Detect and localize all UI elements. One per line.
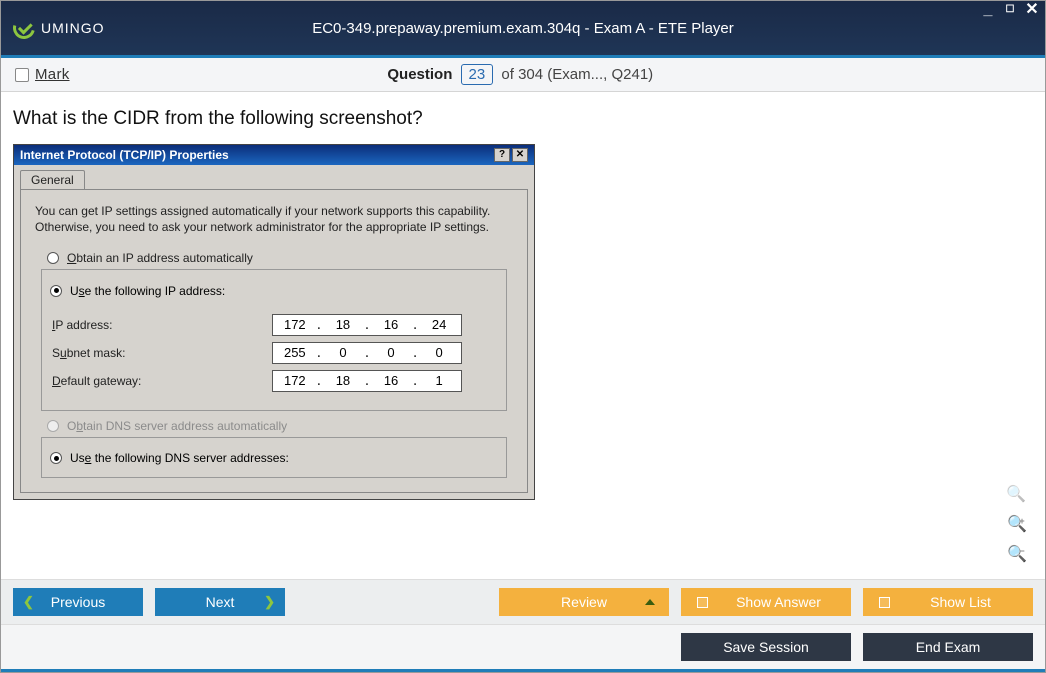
total-questions: 304 — [518, 66, 543, 83]
question-text: What is the CIDR from the following scre… — [13, 108, 1033, 130]
zoom-out-button[interactable]: 🔍− — [1005, 543, 1027, 565]
question-header: Mark Question 23 of 304 (Exam..., Q241) — [1, 58, 1045, 92]
logo-checkmark-icon — [9, 13, 39, 43]
radio-icon — [50, 452, 62, 464]
show-answer-button[interactable]: Show Answer — [681, 588, 851, 616]
review-button[interactable]: Review — [499, 588, 669, 616]
ip-fieldset: Use the following IP address: IP address… — [41, 269, 507, 411]
mark-label: ark — [48, 66, 70, 83]
zoom-controls: 🔍 🔍+ 🔍− — [1005, 483, 1027, 565]
primary-toolbar: ❮ Previous Next ❯ Review Show Answer Sho… — [1, 579, 1045, 624]
review-label: Review — [561, 594, 607, 610]
end-exam-button[interactable]: End Exam — [863, 633, 1033, 661]
tab-general[interactable]: General — [20, 170, 85, 189]
chevron-right-icon: ❯ — [264, 594, 275, 610]
radio-use-ip[interactable]: Use the following IP address: — [48, 284, 227, 298]
show-answer-label: Show Answer — [722, 594, 835, 610]
save-session-button[interactable]: Save Session — [681, 633, 851, 661]
ip-address-input[interactable]: 172. 18. 16. 24 — [272, 314, 462, 336]
radio-use-dns[interactable]: Use the following DNS server addresses: — [48, 451, 291, 465]
app-logo: UMINGO — [13, 17, 105, 39]
dialog-description: You can get IP settings assigned automat… — [35, 203, 513, 235]
search-icon[interactable]: 🔍 — [1005, 483, 1027, 505]
checkbox-icon — [15, 68, 29, 82]
dialog-tabstrip: General — [20, 170, 528, 190]
checkbox-icon — [879, 597, 890, 608]
radio-icon — [47, 420, 59, 432]
title-bar: UMINGO EC0-349.prepaway.premium.exam.304… — [1, 1, 1045, 55]
tab-general-panel: You can get IP settings assigned automat… — [20, 189, 528, 493]
window-controls: _ ☐ ✕ — [979, 3, 1041, 19]
dialog-title-bar: Internet Protocol (TCP/IP) Properties ? … — [14, 145, 534, 165]
question-position: Question 23 of 304 (Exam..., Q241) — [70, 64, 971, 85]
row-subnet-mask: Subnet mask: 255. 0. 0. 0 — [52, 342, 496, 364]
brand-text: UMINGO — [41, 20, 105, 36]
subnet-mask-input[interactable]: 255. 0. 0. 0 — [272, 342, 462, 364]
bottom-accent-bar — [1, 669, 1045, 672]
previous-button[interactable]: ❮ Previous — [13, 588, 143, 616]
radio-obtain-dns: Obtain DNS server address automatically — [47, 419, 513, 433]
mark-checkbox[interactable]: Mark — [15, 66, 70, 83]
radio-icon — [50, 285, 62, 297]
radio-obtain-ip[interactable]: Obtain an IP address automatically — [47, 251, 513, 265]
question-label: Question — [387, 66, 452, 83]
of-label: of — [501, 66, 514, 83]
next-label: Next — [206, 594, 235, 610]
show-list-label: Show List — [904, 594, 1017, 610]
chevron-left-icon: ❮ — [23, 594, 34, 610]
maximize-button[interactable]: ☐ — [1001, 3, 1019, 19]
default-gateway-input[interactable]: 172. 18. 16. 1 — [272, 370, 462, 392]
row-ip-address: IP address: 172. 18. 16. 24 — [52, 314, 496, 336]
question-number-box[interactable]: 23 — [461, 64, 494, 85]
end-exam-label: End Exam — [916, 639, 981, 655]
row-default-gateway: Default gateway: 172. 18. 16. 1 — [52, 370, 496, 392]
tcpip-properties-dialog: Internet Protocol (TCP/IP) Properties ? … — [13, 144, 535, 500]
secondary-toolbar: Save Session End Exam — [1, 624, 1045, 669]
dns-fieldset: Use the following DNS server addresses: — [41, 437, 507, 479]
save-session-label: Save Session — [723, 639, 809, 655]
checkbox-icon — [697, 597, 708, 608]
triangle-up-icon — [645, 599, 655, 605]
dialog-body: General You can get IP settings assigned… — [14, 165, 534, 499]
dialog-help-button[interactable]: ? — [494, 148, 510, 162]
previous-label: Previous — [51, 594, 105, 610]
radio-icon — [47, 252, 59, 264]
close-button[interactable]: ✕ — [1023, 3, 1041, 19]
next-button[interactable]: Next ❯ — [155, 588, 285, 616]
dialog-close-button[interactable]: ✕ — [512, 148, 528, 162]
dialog-title: Internet Protocol (TCP/IP) Properties — [20, 148, 494, 162]
show-list-button[interactable]: Show List — [863, 588, 1033, 616]
minimize-button[interactable]: _ — [979, 3, 997, 19]
question-content: What is the CIDR from the following scre… — [1, 92, 1045, 579]
exam-context: (Exam..., Q241) — [547, 66, 653, 83]
window-title: EC0-349.prepaway.premium.exam.304q - Exa… — [1, 20, 1045, 37]
zoom-in-button[interactable]: 🔍+ — [1005, 513, 1027, 535]
